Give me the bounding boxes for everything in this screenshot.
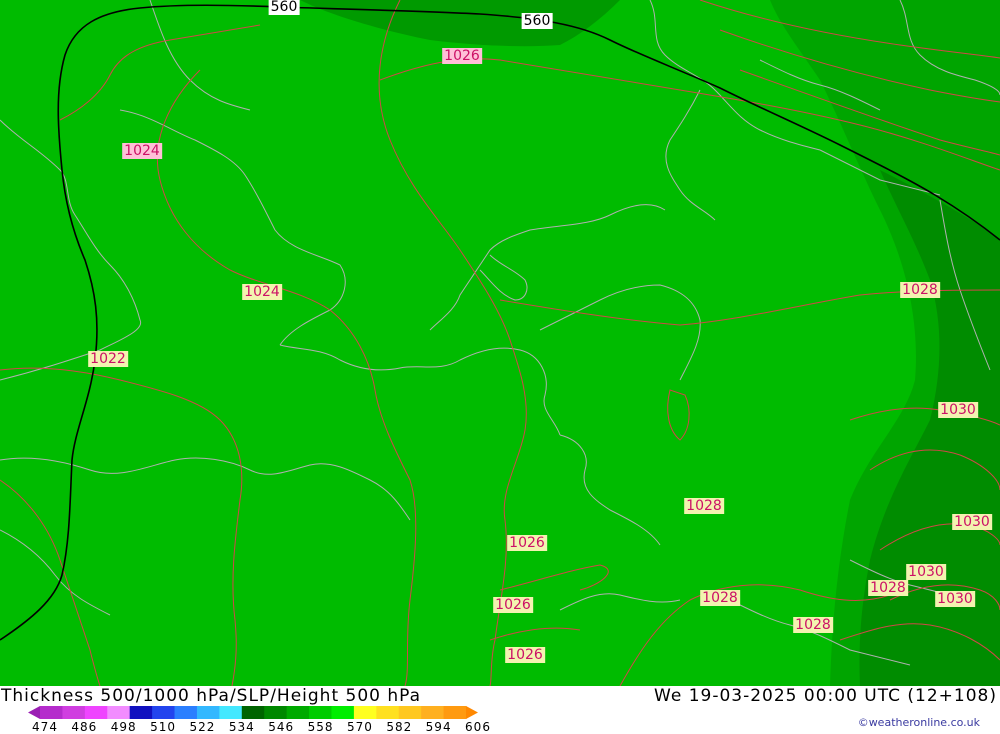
isobar-label-1028-south-c: 1028: [793, 617, 833, 633]
scale-tick-label: 570: [346, 720, 373, 734]
scale-tick-label: 534: [228, 720, 255, 734]
scale-swatch: [196, 706, 220, 719]
scale-arrow-left: [28, 706, 40, 719]
scale-swatch: [84, 706, 108, 719]
isobar-label-1022: 1022: [88, 351, 128, 367]
scale-swatch: [398, 706, 422, 719]
height-label-560-a: 560: [268, 0, 300, 15]
isobar-label-1030-d: 1030: [935, 591, 975, 607]
scale-swatch: [421, 706, 445, 719]
isobar-label-1026-top: 1026: [442, 48, 482, 64]
scale-tick-label: 510: [150, 720, 177, 734]
scale-tick-label: 606: [465, 720, 491, 734]
scale-swatch: [443, 706, 467, 719]
isobar-label-1028-east: 1028: [900, 282, 940, 298]
scale-swatch: [62, 706, 86, 719]
isobar-label-1026-south-b: 1026: [505, 647, 545, 663]
scale-swatch: [264, 706, 288, 719]
scale-tick-label: 594: [425, 720, 452, 734]
scale-tick-label: 558: [307, 720, 334, 734]
scale-arrow-right: [466, 706, 478, 719]
scale-tick-label: 522: [189, 720, 216, 734]
chart-title: Thickness 500/1000 hPa/SLP/Height 500 hP…: [1, 686, 422, 706]
isobar-label-1030-a: 1030: [938, 402, 978, 418]
scale-swatch: [241, 706, 265, 719]
isobar-label-1030-b: 1030: [952, 514, 992, 530]
footer: Thickness 500/1000 hPa/SLP/Height 500 hP…: [0, 686, 1000, 734]
scale-tick-label: 582: [386, 720, 413, 734]
scale-swatch: [107, 706, 131, 719]
scale-tick-label: 474: [32, 720, 58, 734]
isobar-label-1024-b: 1024: [242, 284, 282, 300]
height-label-560-b: 560: [521, 13, 553, 29]
valid-time: We 19-03-2025 00:00 UTC (12+108): [654, 686, 997, 706]
scale-swatch: [152, 706, 176, 719]
isobar-label-1030-c: 1030: [906, 564, 946, 580]
isobar-label-1026-center: 1026: [507, 535, 547, 551]
scale-swatch: [331, 706, 355, 719]
scale-tick-label: 486: [71, 720, 98, 734]
scale-swatch: [129, 706, 153, 719]
isobar-label-1028-south-a: 1028: [868, 580, 908, 596]
scale-swatch: [219, 706, 243, 719]
scale-swatch: [40, 706, 63, 719]
weather-map: [0, 0, 1000, 686]
scale-swatch: [174, 706, 198, 719]
scale-tick-label: 546: [268, 720, 295, 734]
color-scale-ticks: 474 486 498 510 522 534 546 558 570 582 594 606: [0, 720, 520, 734]
scale-tick-label: 498: [110, 720, 137, 734]
isobar-label-1024-a: 1024: [122, 143, 162, 159]
credit-link[interactable]: ©weatheronline.co.uk: [858, 716, 980, 729]
color-scale: [28, 706, 478, 719]
isobar-label-1028-south-b: 1028: [700, 590, 740, 606]
isobar-label-1026-south-a: 1026: [493, 597, 533, 613]
isobar-label-1028-center: 1028: [684, 498, 724, 514]
scale-swatch: [353, 706, 377, 719]
scale-swatch: [376, 706, 400, 719]
scale-swatch: [309, 706, 332, 719]
scale-swatch: [286, 706, 310, 719]
